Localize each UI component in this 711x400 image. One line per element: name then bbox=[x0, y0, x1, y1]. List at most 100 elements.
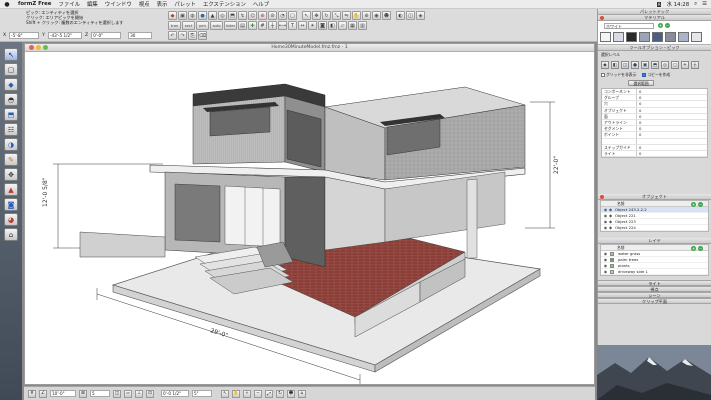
selection-range-button[interactable]: 選択範囲 bbox=[628, 80, 654, 86]
pen-button[interactable]: pen bbox=[196, 21, 209, 30]
light-icon[interactable]: ☀ bbox=[308, 21, 317, 30]
face-level-icon[interactable]: ◧ bbox=[611, 61, 619, 69]
zoom-out-icon[interactable]: − bbox=[254, 389, 262, 398]
view-icon[interactable]: ◫ bbox=[113, 389, 121, 398]
layer-color-swatch[interactable] bbox=[610, 251, 614, 256]
paint-icon[interactable]: ◆ bbox=[168, 11, 177, 20]
shell-icon[interactable]: ▢ bbox=[288, 11, 297, 20]
pan-icon[interactable]: ✋ bbox=[352, 11, 361, 20]
material-swatch[interactable] bbox=[665, 32, 676, 42]
trash-tool-icon[interactable]: ⌂ bbox=[4, 228, 18, 241]
orbit-status-icon[interactable]: ↻ bbox=[276, 389, 284, 398]
stair-tool-icon[interactable]: ☷ bbox=[4, 123, 18, 136]
object-level-icon[interactable]: ◆ bbox=[601, 61, 609, 69]
eye-icon[interactable]: ◉ bbox=[603, 269, 608, 275]
layer-color-swatch[interactable] bbox=[610, 257, 614, 262]
remove-layer-icon[interactable]: − bbox=[698, 245, 703, 251]
list-icon[interactable]: ☰ bbox=[702, 1, 707, 7]
close-icon[interactable] bbox=[600, 16, 604, 20]
transform-tool-icon[interactable]: ✥ bbox=[4, 168, 18, 181]
menu-window[interactable]: ウインドウ bbox=[105, 0, 132, 8]
menu-help[interactable]: ヘルプ bbox=[253, 0, 269, 8]
snap-count-field[interactable]: 5 bbox=[90, 390, 110, 397]
zoom-fit-icon[interactable]: ⤢ bbox=[265, 389, 273, 398]
outline-level-icon[interactable]: ▢ bbox=[671, 61, 679, 69]
add-object-icon[interactable]: + bbox=[691, 201, 696, 207]
material-tool-icon[interactable]: ◕ bbox=[4, 213, 18, 226]
cylinder-icon[interactable]: ◍ bbox=[188, 11, 197, 20]
wire-icon[interactable]: ◫ bbox=[406, 11, 415, 20]
x-field[interactable]: -5'-8" bbox=[9, 32, 40, 39]
guide-level-icon[interactable]: ┼ bbox=[691, 61, 699, 69]
measure-icon[interactable]: ⟷ bbox=[278, 21, 287, 30]
snap-icon[interactable]: ✚ bbox=[248, 21, 257, 30]
pick-tool-icon[interactable]: ↖ bbox=[4, 48, 18, 61]
hide-grid-option[interactable]: グリッドを非表示 bbox=[601, 72, 636, 78]
layer-color-swatch[interactable] bbox=[610, 269, 614, 274]
rotate-icon[interactable]: ↻ bbox=[322, 11, 331, 20]
house-model-drawing[interactable]: 12'-0 5/8" 22'-0" 29'-0" bbox=[25, 52, 594, 384]
height-field[interactable]: 5" bbox=[192, 390, 212, 397]
make-copy-checkbox[interactable] bbox=[642, 73, 647, 77]
make-copy-option[interactable]: コピーを作成 bbox=[642, 72, 670, 78]
y-field[interactable]: -43'-5 1/2" bbox=[47, 32, 82, 39]
home-view-icon[interactable]: ⌂ bbox=[298, 389, 306, 398]
point-level-icon[interactable]: ● bbox=[631, 61, 639, 69]
input-method-icon[interactable]: A bbox=[656, 1, 662, 7]
offset-field[interactable]: 0'-0 1/2" bbox=[161, 390, 189, 397]
hole-level-icon[interactable]: ◎ bbox=[661, 61, 669, 69]
round-icon[interactable]: ◔ bbox=[278, 11, 287, 20]
axes-icon[interactable]: ⊥ bbox=[135, 389, 143, 398]
zoom-icon[interactable]: ⊕ bbox=[362, 11, 371, 20]
material-swatch[interactable] bbox=[639, 32, 650, 42]
light-level-icon[interactable]: ☀ bbox=[681, 61, 689, 69]
arrow-icon[interactable]: ↖ bbox=[302, 11, 311, 20]
dimension-icon[interactable]: ↔ bbox=[298, 21, 307, 30]
menu-view[interactable]: 視点 bbox=[139, 0, 150, 8]
sweep-icon[interactable]: ↯ bbox=[238, 11, 247, 20]
layer-icon[interactable]: ▤ bbox=[238, 21, 247, 30]
auto-button[interactable]: auto bbox=[210, 21, 223, 30]
layer-panel-icon[interactable]: ▥ bbox=[358, 21, 367, 30]
menu-file[interactable]: ファイル bbox=[58, 0, 80, 8]
tran-button[interactable]: tran bbox=[168, 21, 181, 30]
rectangle-tool-icon[interactable]: ▢ bbox=[4, 63, 18, 76]
close-icon[interactable] bbox=[600, 195, 604, 200]
redo-icon[interactable]: ↷ bbox=[178, 31, 187, 40]
copy-icon[interactable]: ⎘ bbox=[188, 31, 197, 40]
search-icon[interactable]: ⌕ bbox=[694, 1, 697, 8]
hider-button[interactable]: hider bbox=[224, 21, 237, 30]
layout-icon[interactable]: ▦ bbox=[348, 21, 357, 30]
split-icon[interactable]: ⊘ bbox=[268, 11, 277, 20]
hide-grid-checkbox[interactable] bbox=[601, 73, 605, 77]
extrude-tool-icon[interactable]: ⬒ bbox=[4, 108, 18, 121]
loft-icon[interactable]: ⌬ bbox=[248, 11, 257, 20]
component-level-icon[interactable]: ⬒ bbox=[651, 61, 659, 69]
group-level-icon[interactable]: ▣ bbox=[641, 61, 649, 69]
undo-icon[interactable]: ↶ bbox=[168, 31, 177, 40]
shading-icon[interactable]: ◐ bbox=[396, 11, 405, 20]
walk-icon[interactable]: ☻ bbox=[382, 11, 391, 20]
clock[interactable]: 水 14:28 bbox=[666, 0, 689, 8]
plane-icon[interactable]: ▱ bbox=[338, 21, 347, 30]
mirror-icon[interactable]: ⇋ bbox=[342, 11, 351, 20]
material-swatch[interactable] bbox=[678, 32, 689, 42]
trash-icon[interactable]: ⌫ bbox=[198, 31, 207, 40]
material-swatch[interactable] bbox=[613, 32, 624, 42]
pointer-icon[interactable]: ↖ bbox=[221, 389, 229, 398]
list-item[interactable]: ◉ driveway side 1 bbox=[601, 269, 708, 276]
material-swatch[interactable] bbox=[600, 32, 611, 42]
fillet-tool-icon[interactable]: ◑ bbox=[4, 138, 18, 151]
paint-tool-icon[interactable]: ▲ bbox=[4, 183, 18, 196]
box-icon[interactable]: ▣ bbox=[178, 11, 187, 20]
layer-color-swatch[interactable] bbox=[610, 263, 614, 268]
ortho-icon[interactable]: ⊡ bbox=[146, 389, 154, 398]
extrude-icon[interactable]: ⬒ bbox=[228, 11, 237, 20]
list-item[interactable]: ◉ ◆ Object 224 bbox=[601, 225, 708, 232]
section-icon[interactable]: ◧ bbox=[328, 21, 337, 30]
orbit-icon[interactable]: ◉ bbox=[372, 11, 381, 20]
scale-icon[interactable]: ⤡ bbox=[332, 11, 341, 20]
zoom-in-icon[interactable]: + bbox=[243, 389, 251, 398]
text-icon[interactable]: T bbox=[288, 21, 297, 30]
cube-tool-icon[interactable]: ◆ bbox=[4, 78, 18, 91]
